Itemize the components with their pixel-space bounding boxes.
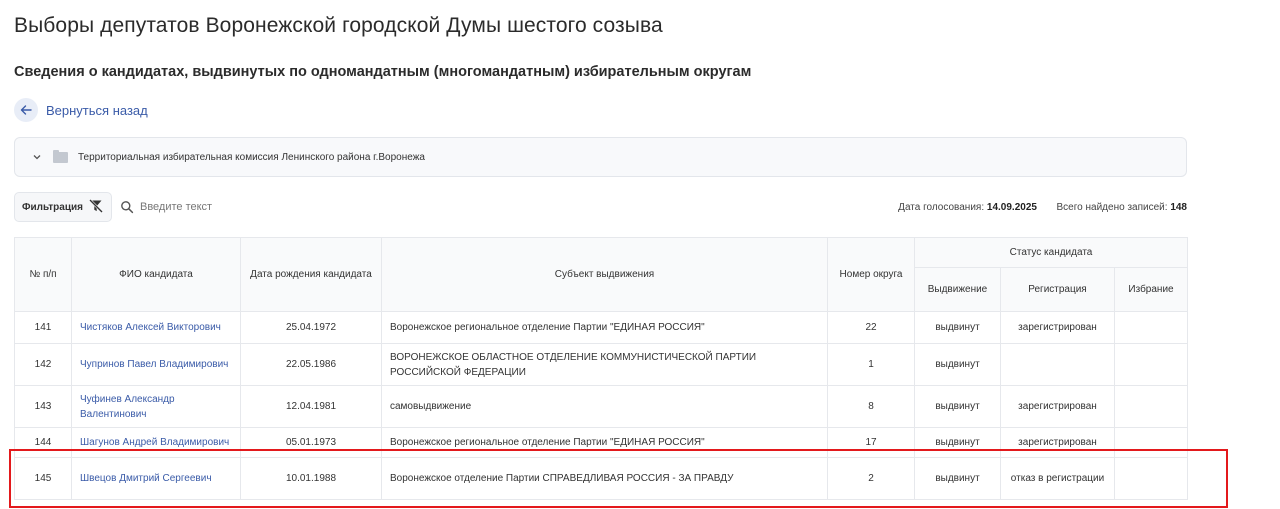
cell-subject: Воронежское региональное отделение Парти… [381, 311, 828, 344]
candidate-link[interactable]: Чупринов Павел Владимирович [80, 359, 228, 370]
cell-birth-date: 22.05.1986 [240, 343, 382, 386]
filter-button-label: Фильтрация [21, 201, 83, 213]
cell-district: 22 [827, 311, 915, 344]
header-district[interactable]: Номер округа [827, 237, 915, 312]
filter-off-icon [88, 198, 104, 216]
cell-num: 142 [14, 343, 72, 386]
cell-district: 17 [827, 427, 915, 458]
candidate-link[interactable]: Чистяков Алексей Викторович [80, 322, 221, 333]
cell-registration: отказ в регистрации [1000, 457, 1115, 500]
cell-num: 145 [14, 457, 72, 500]
table-row: 141 Чистяков Алексей Викторович 25.04.19… [14, 311, 1189, 344]
cell-nomination: выдвинут [914, 343, 1001, 386]
candidates-table: № п/п ФИО кандидата Дата рождения кандид… [14, 237, 1189, 500]
cell-subject: Воронежское региональное отделение Парти… [381, 427, 828, 458]
candidate-link[interactable]: Шагунов Андрей Владимирович [80, 437, 229, 448]
cell-nomination: выдвинут [914, 311, 1001, 344]
cell-subject: Воронежское отделение Партии СПРАВЕДЛИВА… [381, 457, 828, 500]
header-num[interactable]: № п/п [14, 237, 72, 312]
cell-num: 144 [14, 427, 72, 458]
cell-nomination: выдвинут [914, 457, 1001, 500]
table-row: 142 Чупринов Павел Владимирович 22.05.19… [14, 343, 1189, 386]
candidate-link[interactable]: Швецов Дмитрий Сергеевич [80, 473, 212, 484]
page-subtitle: Сведения о кандидатах, выдвинутых по одн… [14, 64, 752, 80]
cell-birth-date: 25.04.1972 [240, 311, 382, 344]
cell-district: 1 [827, 343, 915, 386]
commission-label: Территориальная избирательная комиссия Л… [78, 151, 425, 163]
cell-election [1113, 457, 1189, 500]
header-name[interactable]: ФИО кандидата [71, 237, 241, 312]
commission-accordion[interactable]: Территориальная избирательная комиссия Л… [14, 137, 1187, 177]
cell-district: 2 [827, 457, 915, 500]
candidate-link[interactable]: Чуфинев Александр Валентинович [80, 394, 175, 420]
header-nomination[interactable]: Выдвижение [914, 267, 1001, 312]
back-link-label: Вернуться назад [46, 102, 148, 118]
filter-button[interactable]: Фильтрация [14, 192, 112, 222]
search-input[interactable] [140, 197, 340, 217]
back-link[interactable]: Вернуться назад [14, 98, 148, 122]
table-row: 145 Швецов Дмитрий Сергеевич 10.01.1988 … [14, 457, 1189, 500]
table-row: 144 Шагунов Андрей Владимирович 05.01.19… [14, 427, 1189, 458]
cell-subject: ВОРОНЕЖСКОЕ ОБЛАСТНОЕ ОТДЕЛЕНИЕ КОММУНИС… [381, 343, 828, 386]
chevron-down-icon [33, 152, 41, 162]
cell-registration: зарегистрирован [1000, 311, 1115, 344]
vote-date-label: Дата голосования: [898, 202, 985, 213]
cell-registration [1000, 343, 1115, 386]
header-status: Статус кандидата [913, 237, 1189, 268]
cell-nomination: выдвинут [914, 385, 1001, 428]
cell-birth-date: 12.04.1981 [240, 385, 382, 428]
table-row: 143 Чуфинев Александр Валентинович 12.04… [14, 385, 1189, 428]
cell-district: 8 [827, 385, 915, 428]
cell-election [1113, 343, 1189, 386]
cell-election [1113, 385, 1189, 428]
header-election[interactable]: Избрание [1113, 267, 1189, 312]
header-birth-date[interactable]: Дата рождения кандидата [240, 237, 382, 312]
cell-num: 143 [14, 385, 72, 428]
vote-date-value: 14.09.2025 [986, 202, 1037, 213]
cell-subject: самовыдвижение [381, 385, 828, 428]
cell-election [1113, 427, 1189, 458]
header-registration[interactable]: Регистрация [1000, 267, 1115, 312]
cell-registration: зарегистрирован [1000, 385, 1115, 428]
cell-nomination: выдвинут [914, 427, 1001, 458]
cell-birth-date: 05.01.1973 [240, 427, 382, 458]
header-subject[interactable]: Субъект выдвижения [381, 237, 828, 312]
page-title: Выборы депутатов Воронежской городской Д… [14, 14, 663, 37]
found-count-value: 148 [1170, 202, 1187, 213]
cell-registration: зарегистрирован [1000, 427, 1115, 458]
found-count-label: Всего найдено записей: [1056, 202, 1168, 213]
records-meta: Дата голосования: 14.09.2025 Всего найде… [898, 202, 1187, 213]
folder-icon [53, 149, 68, 163]
cell-num: 141 [14, 311, 72, 344]
search-icon [120, 200, 134, 214]
cell-birth-date: 10.01.1988 [240, 457, 382, 500]
arrow-left-icon [14, 98, 38, 122]
cell-election [1113, 311, 1189, 344]
